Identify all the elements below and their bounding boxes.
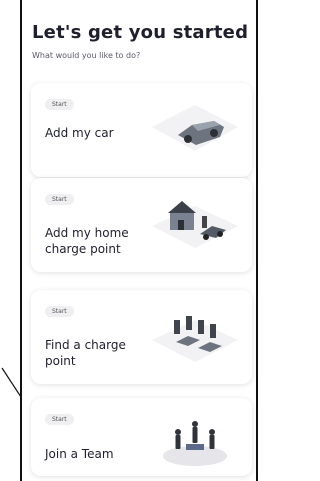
card-label: Join a Team [45,447,114,461]
join-team-card[interactable]: Start Join a Team [31,398,252,476]
find-charge-point-card[interactable]: Start Find a charge point [31,290,252,384]
team-illustration [163,421,227,466]
app-screen: Let's get you started What would you lik… [20,0,258,481]
page-subtitle: What would you like to do? [32,51,141,60]
start-badge: Start [45,414,74,425]
car-illustration [152,105,238,151]
add-home-charge-point-card[interactable]: Start Add my home charge point [31,178,252,272]
charging-station-illustration [152,316,238,362]
add-car-card[interactable]: Start Add my car [31,83,252,177]
card-label: Add my home charge point [45,226,129,256]
house-charger-illustration [152,201,238,248]
start-badge: Start [45,306,74,317]
start-badge: Start [45,99,74,110]
card-label: Add my car [45,126,114,140]
page-title: Let's get you started [32,22,249,43]
card-label: Find a charge point [45,338,126,368]
start-badge: Start [45,194,74,205]
